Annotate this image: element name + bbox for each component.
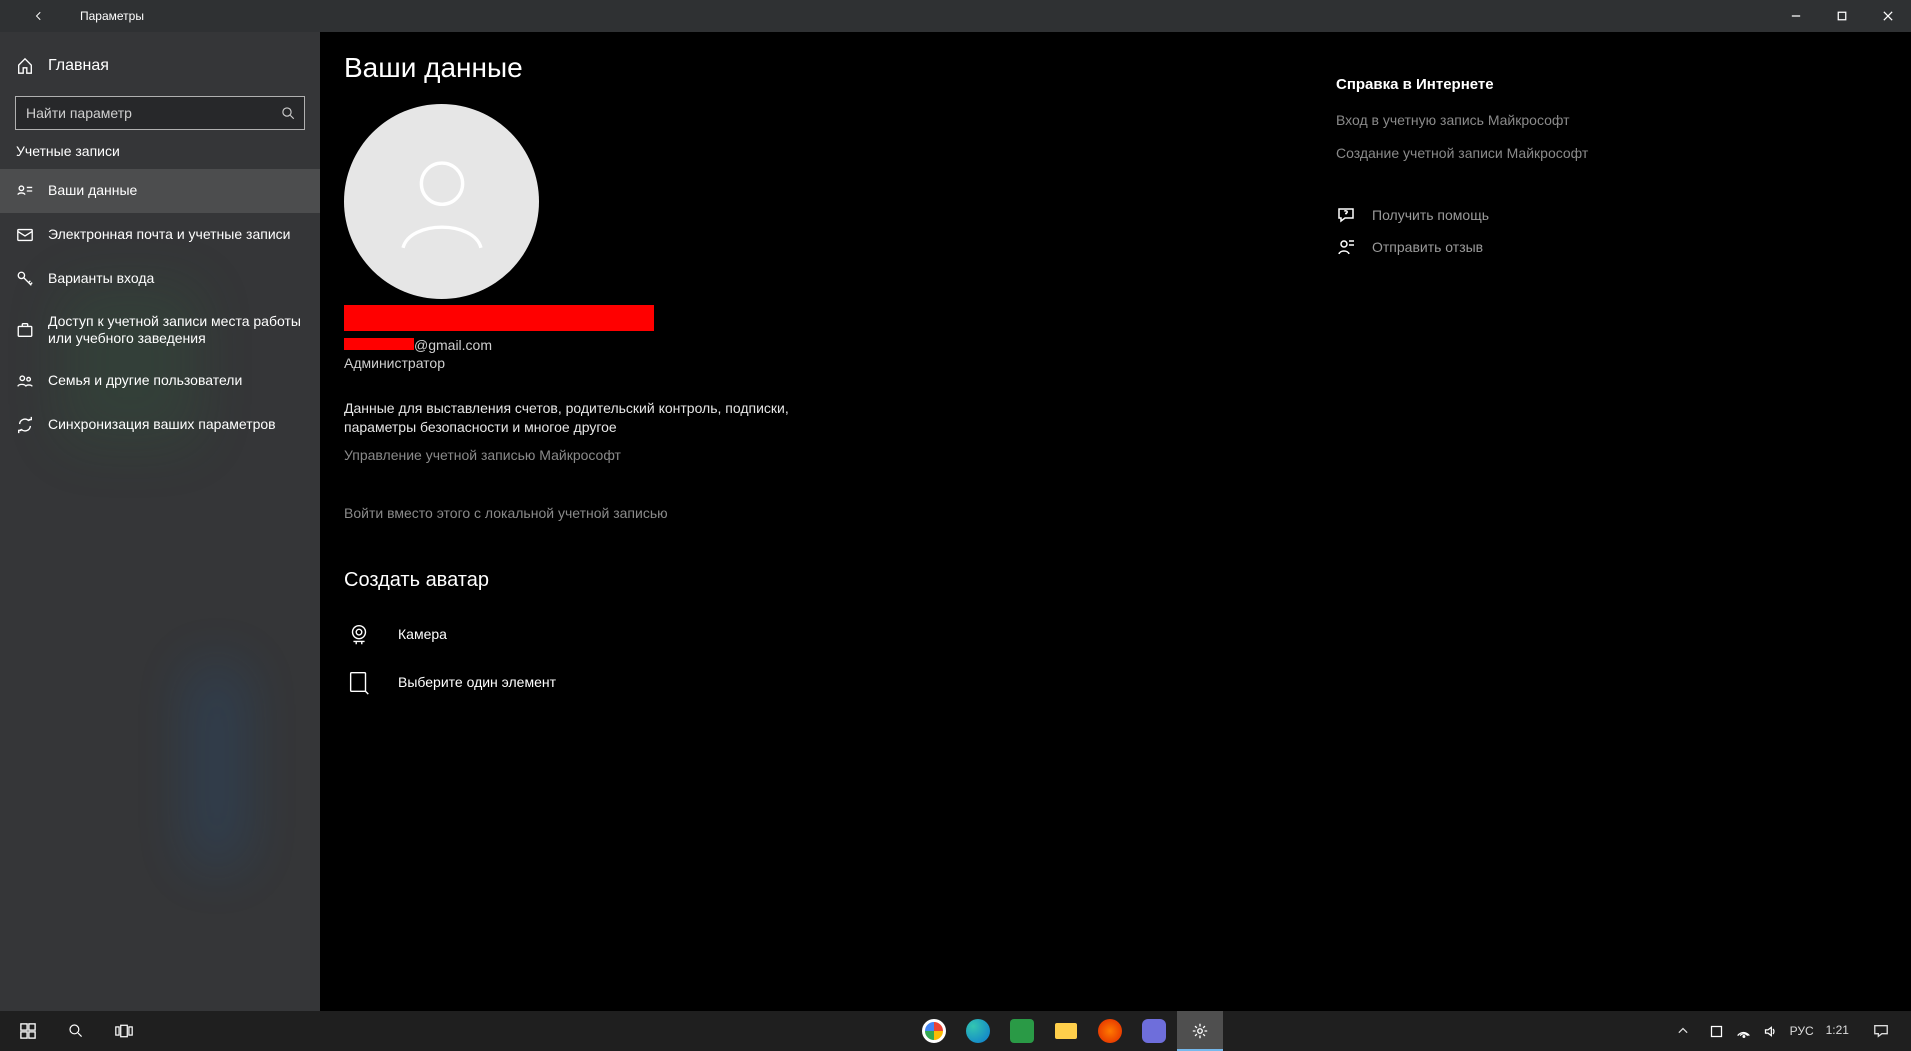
browse-label: Выберите один элемент (398, 674, 556, 690)
tray-overflow[interactable] (1669, 1011, 1697, 1051)
search-input[interactable] (16, 105, 272, 121)
people-icon (16, 372, 34, 390)
page-title: Ваши данные (344, 52, 1296, 84)
email-suffix: @gmail.com (414, 337, 492, 353)
create-avatar-heading: Создать аватар (344, 569, 1296, 592)
taskbar-app-generic2[interactable] (1089, 1011, 1131, 1051)
camera-label: Камера (398, 626, 447, 642)
volume-icon[interactable] (1763, 1024, 1778, 1039)
clock[interactable]: 1:21 (1826, 1024, 1849, 1037)
close-button[interactable] (1865, 0, 1911, 32)
redacted-email-prefix (344, 338, 414, 350)
camera-icon (344, 619, 374, 649)
home-label: Главная (48, 56, 109, 76)
sidebar: Главная Учетные записи Ваши данные (0, 32, 320, 1011)
minimize-button[interactable] (1773, 0, 1819, 32)
account-description: Данные для выставления счетов, родительс… (344, 399, 804, 437)
sign-in-local-link[interactable]: Войти вместо этого с локальной учетной з… (344, 505, 668, 521)
mail-icon (16, 226, 34, 244)
redacted-name (344, 305, 654, 331)
get-help-link[interactable]: Получить помощь (1336, 205, 1660, 225)
key-icon (16, 270, 34, 288)
taskbar-app-generic3[interactable] (1133, 1011, 1175, 1051)
tray-icons[interactable] (1709, 1024, 1778, 1039)
network-icon[interactable] (1736, 1024, 1751, 1039)
nav-sync[interactable]: Синхронизация ваших параметров (0, 403, 320, 447)
language-indicator[interactable]: РУС (1790, 1024, 1814, 1038)
briefcase-icon (16, 321, 34, 339)
browse-option[interactable]: Выберите один элемент (344, 658, 1296, 706)
avatar-image (344, 104, 539, 299)
browse-icon (344, 667, 374, 697)
maximize-button[interactable] (1819, 0, 1865, 32)
nav-label: Синхронизация ваших параметров (48, 416, 276, 434)
help-signin-link[interactable]: Вход в учетную запись Майкрософт (1336, 111, 1660, 130)
action-center-button[interactable] (1861, 1011, 1901, 1051)
search-box[interactable] (15, 96, 305, 130)
search-button[interactable] (52, 1011, 100, 1051)
help-create-link[interactable]: Создание учетной записи Майкрософт (1336, 144, 1660, 163)
taskbar: РУС 1:21 (0, 1011, 1911, 1051)
camera-option[interactable]: Камера (344, 610, 1296, 658)
tray-icon[interactable] (1709, 1024, 1724, 1039)
get-help-label: Получить помощь (1372, 207, 1489, 223)
help-heading: Справка в Интернете (1336, 76, 1660, 93)
nav-label: Электронная почта и учетные записи (48, 226, 290, 244)
sync-icon (16, 416, 34, 434)
nav-email-accounts[interactable]: Электронная почта и учетные записи (0, 213, 320, 257)
user-email: @gmail.com (344, 337, 1296, 353)
nav-your-info[interactable]: Ваши данные (0, 169, 320, 213)
home-button[interactable]: Главная (0, 46, 320, 86)
nav-work-school[interactable]: Доступ к учетной записи места работы или… (0, 301, 320, 359)
start-button[interactable] (4, 1011, 52, 1051)
manage-ms-account-link[interactable]: Управление учетной записью Майкрософт (344, 447, 621, 463)
taskbar-app-edge[interactable] (957, 1011, 999, 1051)
taskbar-app-settings[interactable] (1177, 1011, 1223, 1051)
nav-label: Семья и другие пользователи (48, 372, 242, 390)
person-card-icon (16, 182, 34, 200)
sidebar-section-label: Учетные записи (0, 143, 320, 159)
nav-signin-options[interactable]: Варианты входа (0, 257, 320, 301)
nav-label: Варианты входа (48, 270, 154, 288)
nav-label: Доступ к учетной записи места работы или… (48, 313, 304, 348)
home-icon (16, 57, 34, 75)
task-view-button[interactable] (100, 1011, 148, 1051)
feedback-icon (1336, 237, 1356, 257)
taskbar-app-chrome[interactable] (913, 1011, 955, 1051)
user-role: Администратор (344, 355, 1296, 371)
back-button[interactable] (16, 0, 62, 32)
search-icon[interactable] (272, 106, 304, 121)
nav-label: Ваши данные (48, 182, 137, 200)
taskbar-app-generic1[interactable] (1001, 1011, 1043, 1051)
help-icon (1336, 205, 1356, 225)
app-title: Параметры (80, 9, 144, 23)
taskbar-app-explorer[interactable] (1045, 1011, 1087, 1051)
feedback-label: Отправить отзыв (1372, 239, 1483, 255)
nav-family[interactable]: Семья и другие пользователи (0, 359, 320, 403)
feedback-link[interactable]: Отправить отзыв (1336, 237, 1660, 257)
